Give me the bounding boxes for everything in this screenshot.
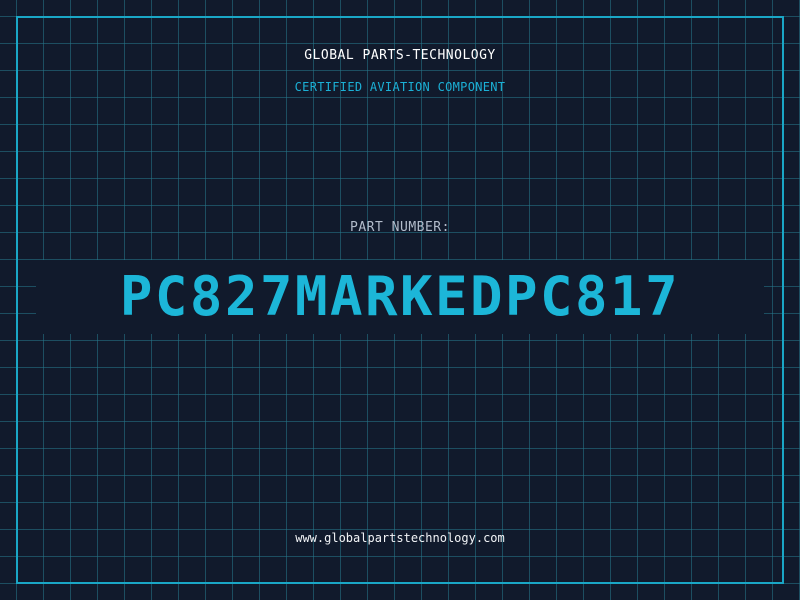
part-number-value: PC827MARKEDPC817 [119,265,681,328]
part-number-label: PART NUMBER: [350,220,450,235]
tagline: CERTIFIED AVIATION COMPONENT [294,80,506,94]
website-url: www.globalpartstechnology.com [295,531,505,545]
brand-title: GLOBAL PARTS-TECHNOLOGY [304,48,496,63]
